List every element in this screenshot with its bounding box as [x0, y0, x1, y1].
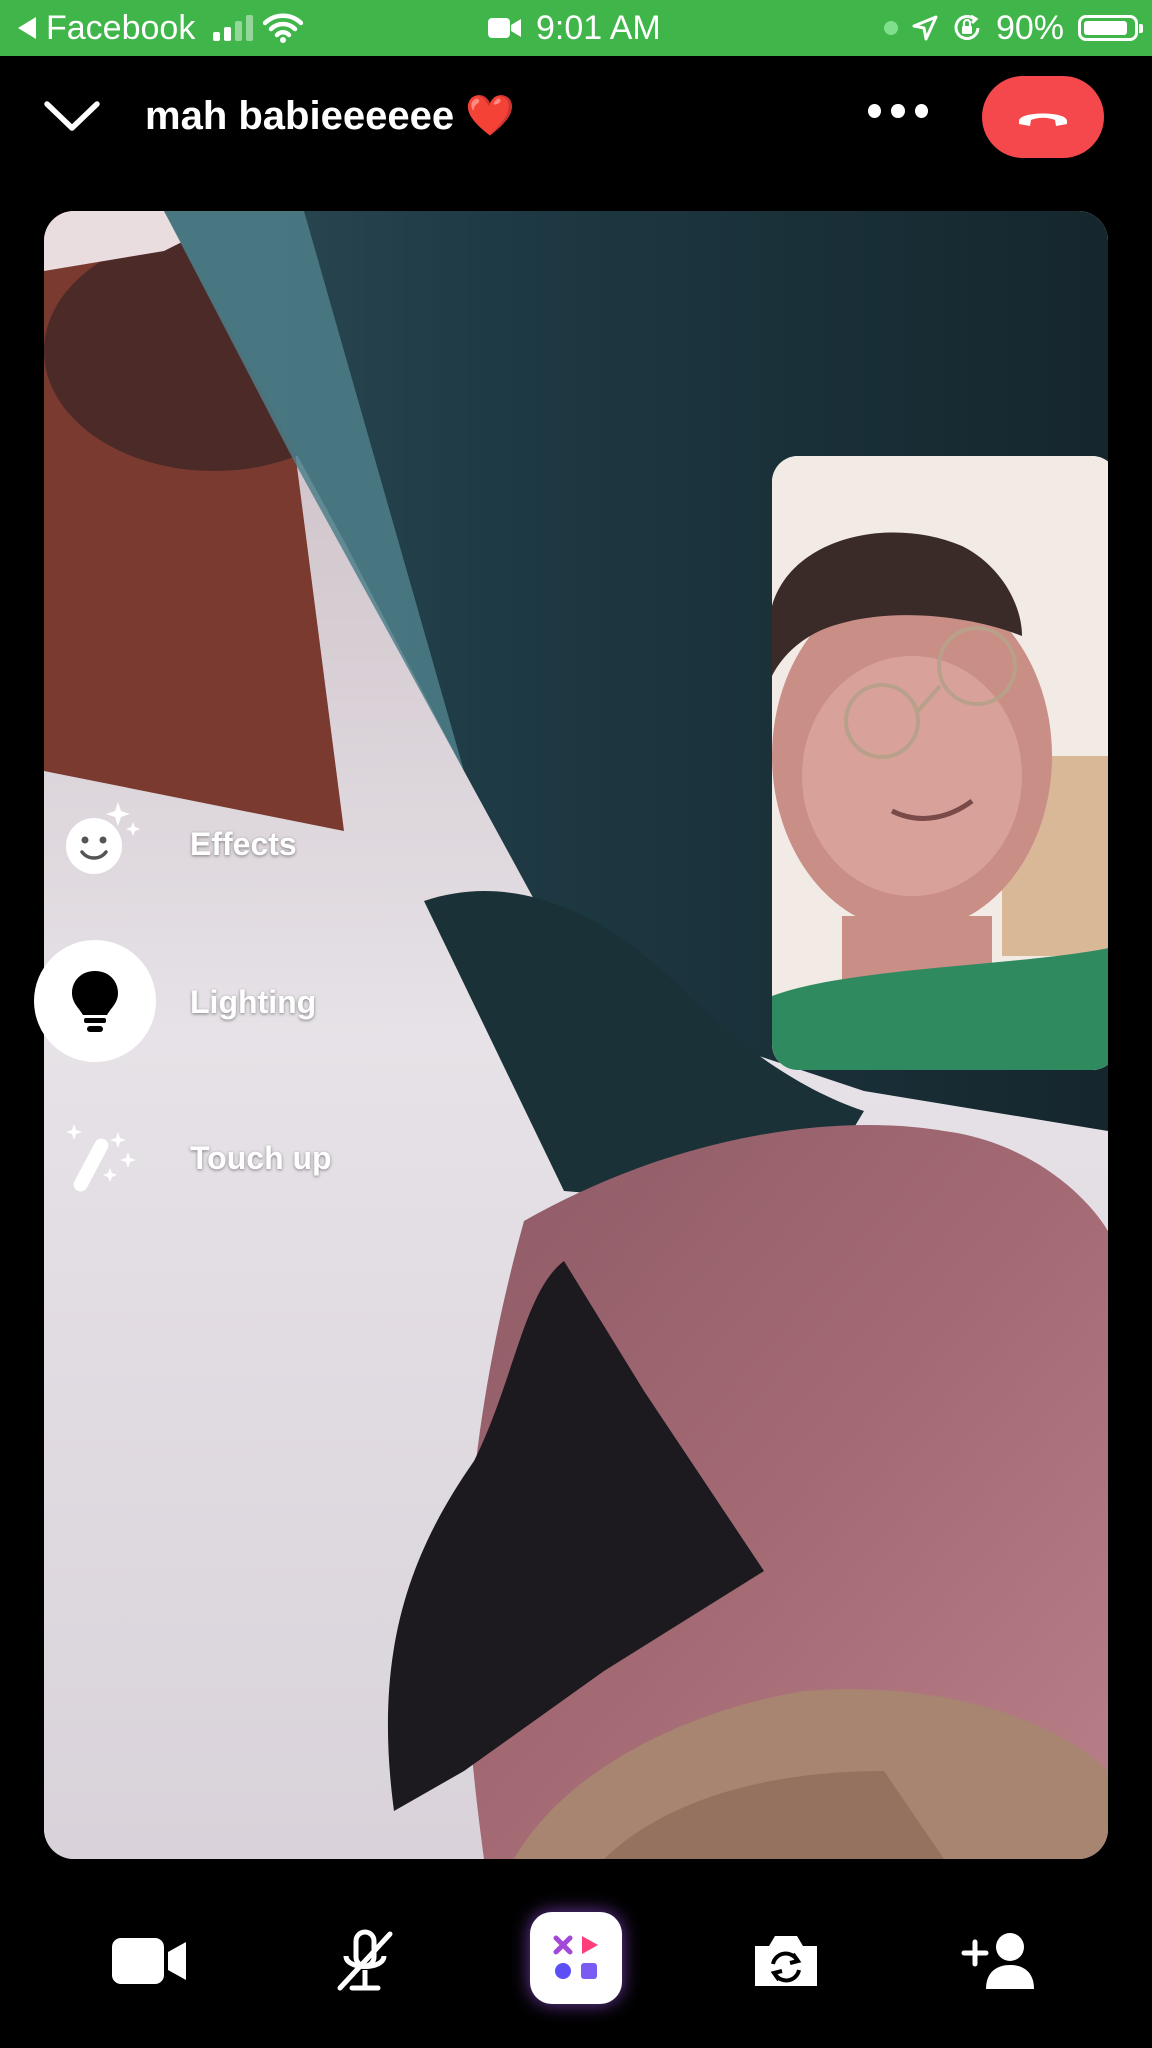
add-person-icon: [961, 1933, 1034, 1989]
chevron-down-icon[interactable]: [42, 96, 102, 136]
battery-percentage: 90%: [995, 8, 1064, 47]
signal-icon: [213, 15, 254, 41]
clock: 9:01 AM: [536, 8, 661, 47]
self-view-image: [772, 456, 1108, 1070]
video-toggle-button[interactable]: [100, 1916, 200, 2006]
touch-up-label: Touch up: [190, 1140, 332, 1176]
add-person-button[interactable]: [950, 1916, 1050, 2006]
status-bar: Facebook 9:01 AM 90%: [0, 0, 1152, 56]
call-toolbar: [0, 1880, 1152, 2048]
back-arrow-icon: [18, 17, 36, 39]
location-arrow-icon: [912, 15, 938, 41]
microphone-muted-icon: [337, 1929, 393, 1991]
orientation-lock-icon: [954, 14, 980, 40]
flip-camera-icon: [755, 1936, 817, 1986]
call-title: mah babieeeeee ❤️: [145, 94, 515, 138]
magic-wand-icon: [66, 1124, 136, 1192]
microphone-toggle-button[interactable]: [315, 1916, 415, 2006]
remote-video-feed[interactable]: [44, 211, 1108, 1859]
flip-camera-button[interactable]: [736, 1916, 836, 2006]
lighting-label: Lighting: [190, 984, 317, 1020]
apps-icon: [553, 1935, 598, 1979]
lighting-circle: [34, 940, 156, 1062]
apps-button[interactable]: [530, 1912, 622, 2004]
back-to-app[interactable]: Facebook: [18, 0, 304, 56]
battery-icon: [1078, 15, 1143, 41]
smiley-sparkle-icon: [66, 802, 140, 874]
back-app-label: Facebook: [46, 8, 196, 47]
effects-label: Effects: [190, 826, 297, 862]
end-call-icon: [1019, 113, 1067, 126]
video-camera-icon: [488, 18, 521, 38]
wifi-icon: [263, 13, 304, 43]
lightbulb-icon: [72, 971, 118, 1032]
end-call-button[interactable]: [982, 76, 1104, 158]
more-options-icon[interactable]: [868, 104, 928, 124]
call-header: mah babieeeeee ❤️: [0, 56, 1152, 182]
video-camera-icon: [112, 1938, 186, 1984]
self-view-video[interactable]: [772, 456, 1108, 1070]
green-dot-icon: [883, 21, 898, 35]
